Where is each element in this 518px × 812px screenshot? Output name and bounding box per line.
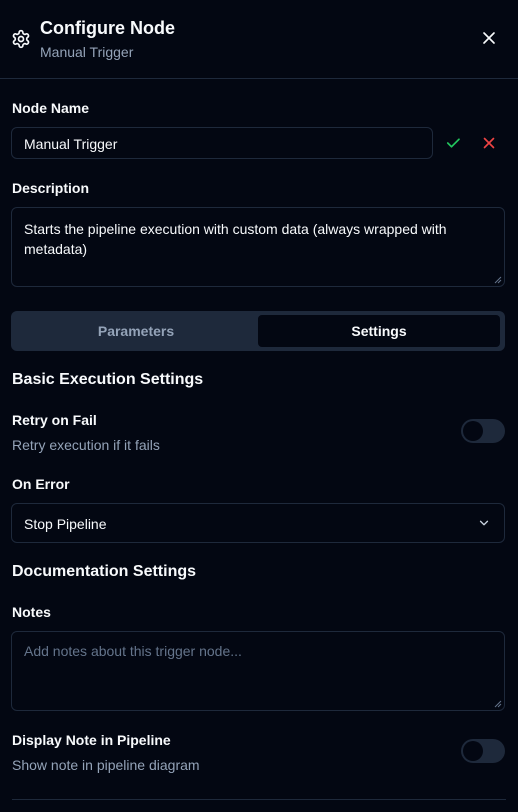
node-name-label: Node Name [12,100,90,116]
chevron-down-icon [479,520,489,526]
tab-list: Parameters Settings [11,311,505,351]
on-error-label: On Error [12,476,70,492]
notes-label: Notes [12,604,51,620]
display-note-label: Display Note in Pipeline [12,732,171,748]
x-icon[interactable] [480,134,498,152]
documentation-title: Documentation Settings [12,563,197,580]
notes-placeholder: Add notes about this trigger node... [24,643,242,659]
on-error-selected-value: Stop Pipeline [24,516,107,532]
display-note-toggle[interactable] [461,739,505,763]
gear-icon [12,29,30,49]
tab-parameters[interactable]: Parameters [15,315,257,347]
retry-on-fail-help: Retry execution if it fails [12,437,160,453]
tab-settings[interactable]: Settings [258,315,500,347]
resize-handle-icon[interactable] [494,276,502,284]
node-name-value: Manual Trigger [24,136,118,152]
display-note-help: Show note in pipeline diagram [12,757,200,773]
description-label: Description [12,180,90,196]
divider [12,799,506,800]
on-error-select[interactable]: Stop Pipeline [11,503,505,543]
retry-on-fail-toggle[interactable] [461,419,505,443]
resize-handle-icon[interactable] [494,700,502,708]
page-title: Configure Node [40,18,175,38]
node-name-input[interactable]: Manual Trigger [11,127,433,159]
basic-execution-title: Basic Execution Settings [12,371,204,388]
retry-on-fail-label: Retry on Fail [12,412,97,428]
toggle-knob [463,421,483,441]
node-type-subtitle: Manual Trigger [40,44,134,60]
configure-node-panel: Configure Node Manual Trigger Node Name … [0,0,518,812]
toggle-knob [463,741,483,761]
close-icon[interactable] [479,28,499,48]
check-icon[interactable] [444,134,462,152]
notes-textarea[interactable]: Add notes about this trigger node... [11,631,505,711]
description-textarea[interactable]: Starts the pipeline execution with custo… [11,207,505,287]
description-value: Starts the pipeline execution with custo… [24,221,447,257]
panel-header: Configure Node Manual Trigger [0,0,518,79]
